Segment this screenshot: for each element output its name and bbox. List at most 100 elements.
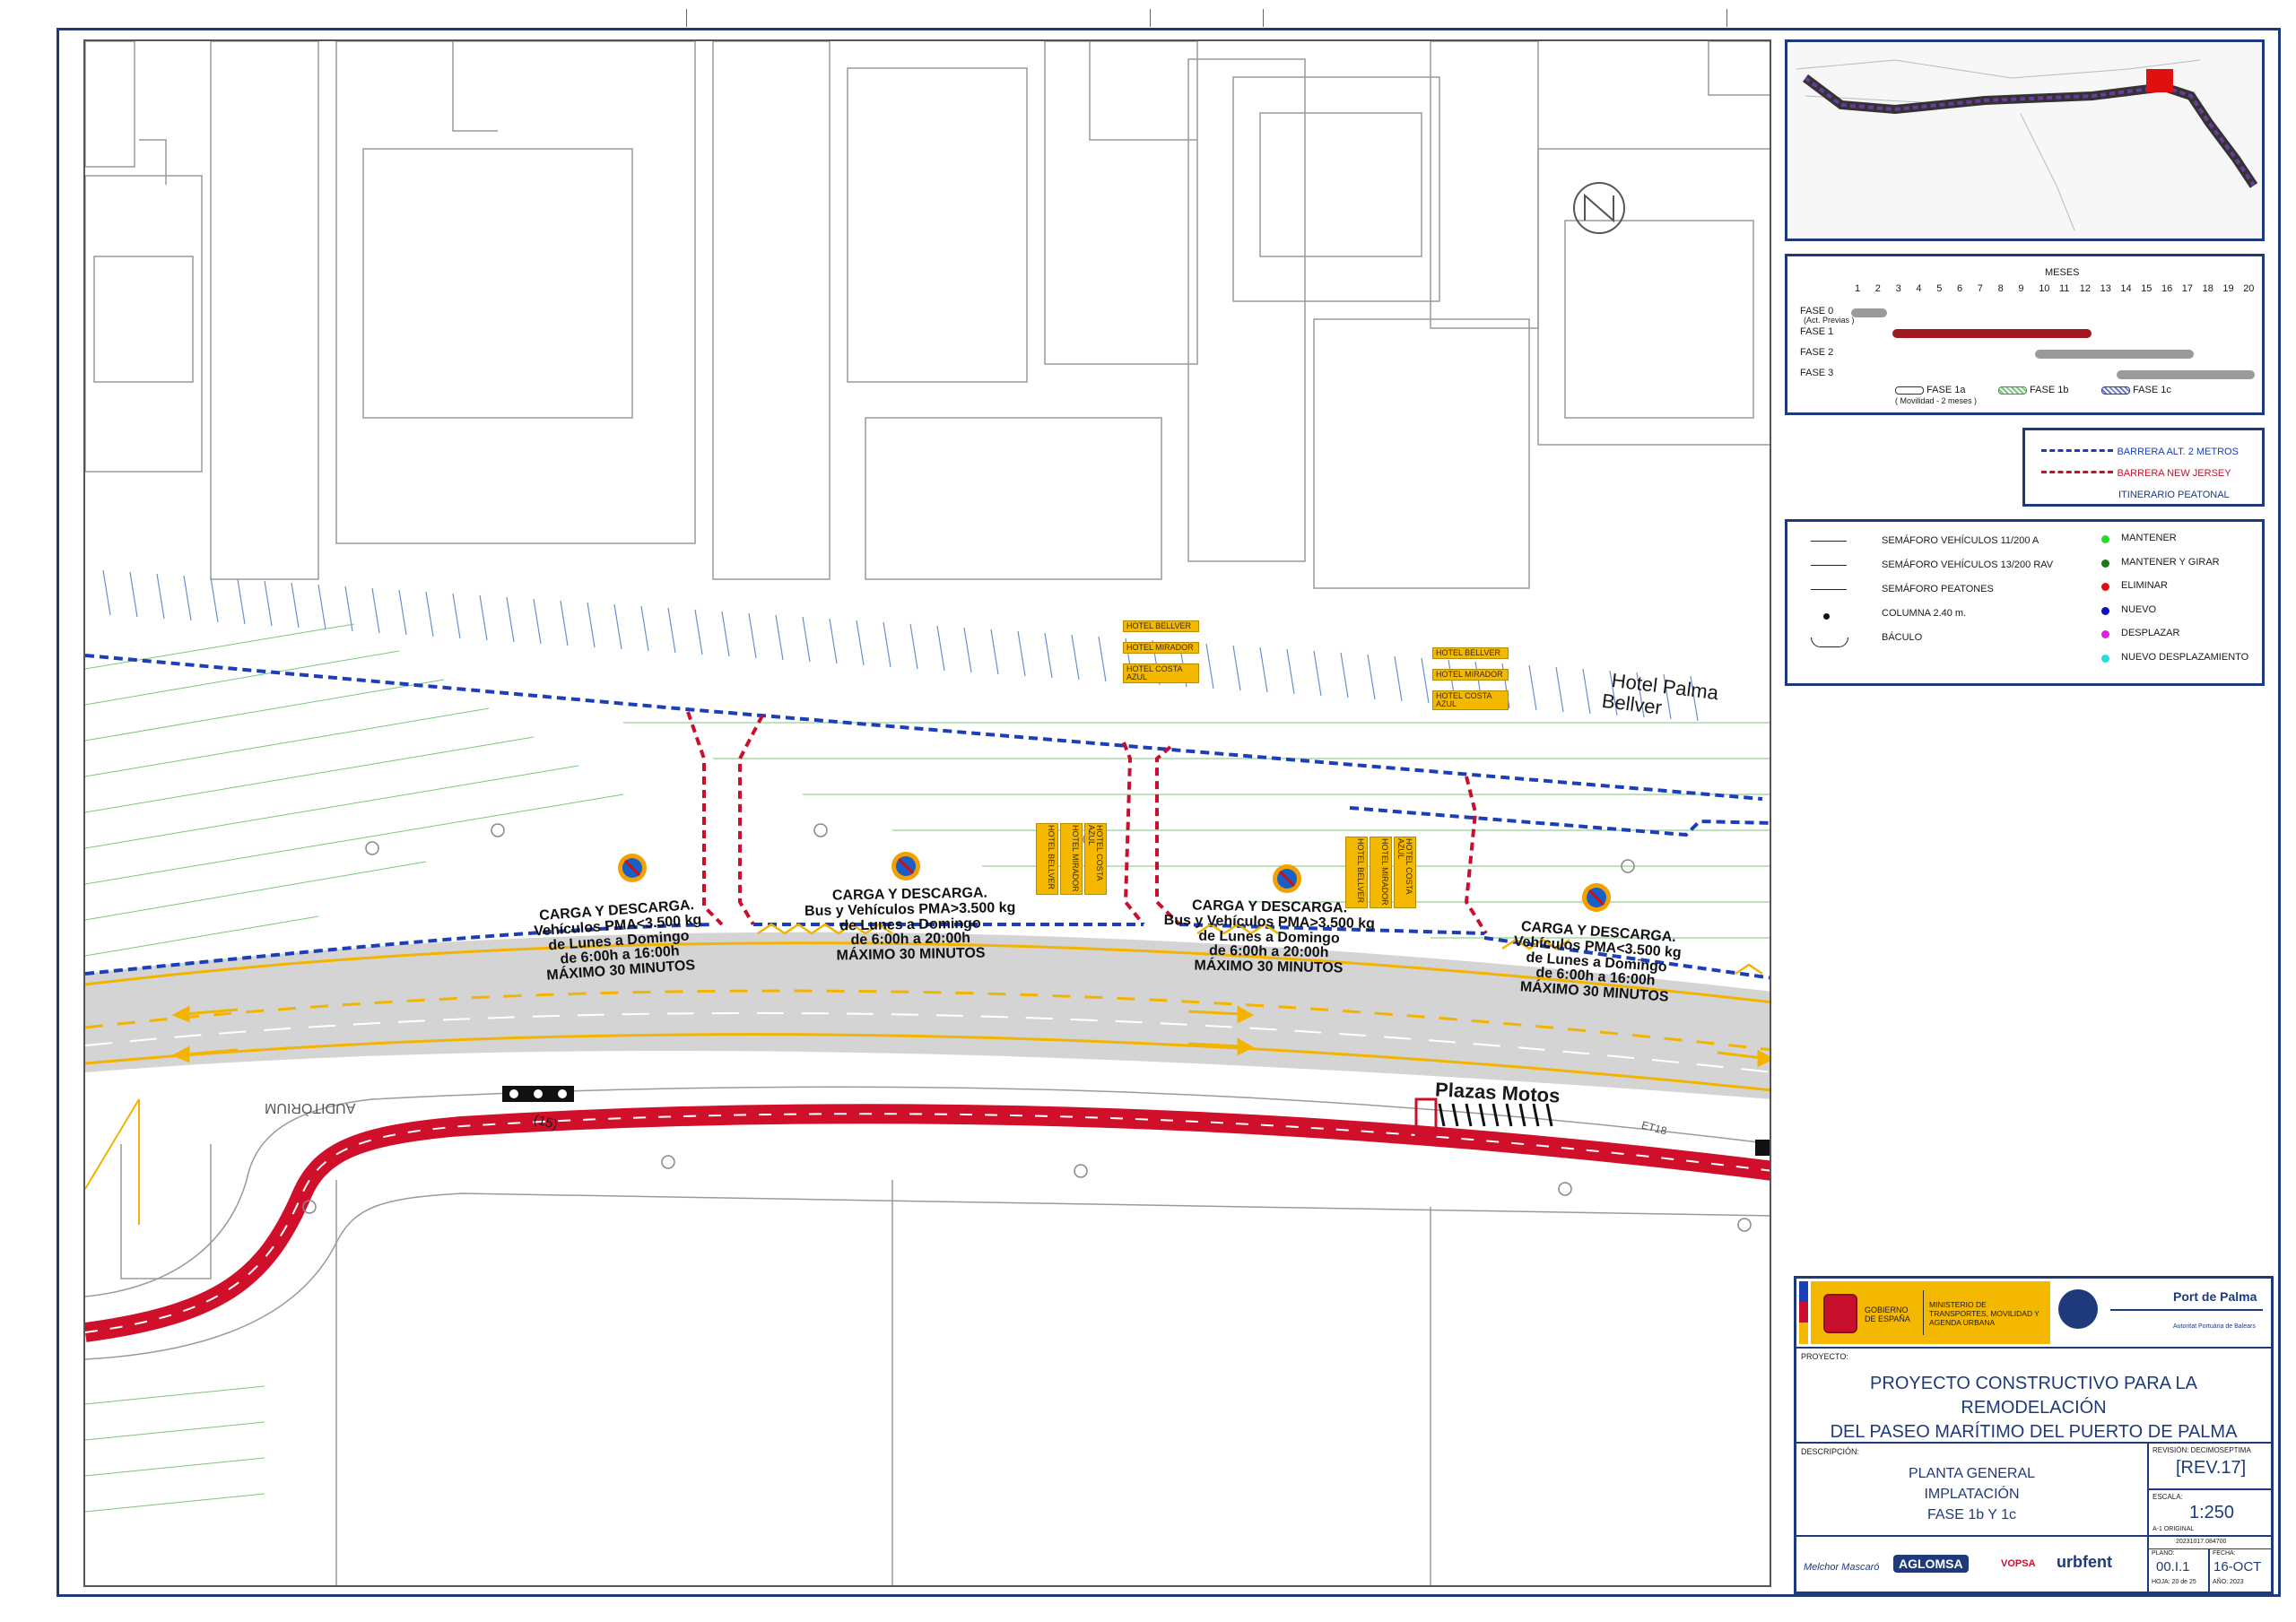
logo-vopsa: VOPSA [2001,1558,2036,1569]
fase-1b-swatch [1998,386,2027,395]
port-logo-icon [2058,1289,2098,1329]
month-number: 10 [2039,283,2050,294]
month-number: 20 [2243,283,2255,294]
symbol-label: COLUMNA 2.40 m. [1882,608,1967,619]
status-dot-icon [2101,606,2109,615]
month-number: 4 [1916,283,1922,294]
symbol-label: BÁCULO [1882,632,1923,643]
status-dot-icon [2101,559,2109,568]
fecha-value: 16-OCT [2213,1559,2262,1574]
hotel-arrow-sign: HOTEL MIRADOR [1370,837,1392,908]
map-drawing [85,41,1770,1585]
status-label: NUEVO [2121,603,2157,615]
plan-view-map[interactable]: HOTEL BELLVER HOTEL MIRADOR HOTEL COSTA … [83,39,1771,1587]
status-dot-icon [2101,583,2109,591]
month-number: 1 [1855,283,1861,294]
dot-icon [1823,613,1830,620]
phase-label: FASE 1 [1800,326,1834,337]
square-signal-icon [1811,589,1847,590]
anio-value: AÑO: 2023 [2213,1579,2244,1585]
code-cell: 20231017.084700 [2149,1537,2271,1549]
key-map-drawing [1787,42,2262,239]
status-label: MANTENER [2121,533,2177,543]
hotel-sign: HOTEL BELLVER [1432,647,1509,659]
escala-note: A-1 ORIGINAL [2152,1526,2195,1532]
month-number: 13 [2100,283,2111,294]
fase-1b-label: FASE 1b [2030,385,2069,395]
ruler-tick [686,9,687,27]
symbol-label: SEMÁFORO VEHÍCULOS 11/200 A [1882,535,2039,546]
phase-bar [1892,329,2092,338]
bike-lane [85,1104,1770,1342]
title-block: GOBIERNO DE ESPAÑA MINISTERIO DE TRANSPO… [1794,1276,2274,1594]
arc-pole-icon [1811,638,1848,647]
month-number: 11 [2059,283,2070,294]
proyecto-title: PROYECTO CONSTRUCTIVO PARA LA REMODELACI… [1796,1372,2271,1444]
revision-cell: REVISIÓN: DECIMOSEPTIMA [REV.17] [2149,1444,2271,1490]
barrier-label: BARRERA ALT. 2 METROS [2117,447,2239,457]
month-number: 9 [2018,283,2024,294]
hotel-arrow-sign: HOTEL BELLVER [1345,837,1368,908]
fase-1a-swatch [1895,386,1924,395]
hotel-arrow-sign: HOTEL MIRADOR [1060,823,1083,895]
month-number: 17 [2181,283,2194,294]
schedule-title: MESES [2045,267,2080,278]
red-barrier-swatch [2041,471,2113,474]
month-number: 5 [1936,283,1943,294]
phase-legend: FASE 1a [1895,385,1965,395]
phase-legend: FASE 1c [2101,385,2171,395]
month-number: 6 [1957,283,1963,294]
hotel-sign: HOTEL MIRADOR [1432,669,1509,681]
plano-cell: PLANO: 00.I.1 HOJA: 20 de 25 [2149,1549,2210,1592]
barrier-row: ITINERARIO PEATONAL [2118,486,2230,502]
north-arrow [1573,182,1625,234]
port-line [2110,1309,2263,1311]
gov-divider [1923,1290,1924,1335]
revision-value: [REV.17] [2176,1458,2247,1478]
month-number: 16 [2161,283,2173,294]
status-label: ELIMINAR [2121,580,2168,591]
spain-flag [1799,1281,1808,1344]
month-number: 7 [1977,283,1983,294]
hotel-arrow-sign: HOTEL BELLVER [1036,823,1058,895]
building-outlines [85,41,1770,589]
plano-value: 00.I.1 [2156,1559,2190,1574]
revision-label: REVISIÓN: DECIMOSEPTIMA [2152,1446,2251,1454]
carga-zone-label: CARGA Y DESCARGA. Bus y Vehículos PMA>3.… [775,885,1045,965]
descripcion-text: PLANTA GENERAL IMPLATACIÓN FASE 1b Y 1c [1796,1463,2147,1526]
symbol-label: SEMÁFORO VEHÍCULOS 13/200 RAV [1882,559,2054,570]
key-map-panel[interactable] [1785,39,2265,241]
month-number: 8 [1997,283,2004,294]
ruler-tick [1263,9,1264,27]
ruler-tick [1726,9,1727,27]
escala-value: 1:250 [2189,1503,2235,1522]
barrier-label: BARRERA NEW JERSEY [2117,468,2231,479]
phase-label: FASE 2 [1800,347,1834,358]
gov-label: GOBIERNO DE ESPAÑA [1865,1305,1910,1323]
contractor-logos: Melchor Mascaró AGLOMSA VOPSA urbfent [1796,1537,2149,1592]
status-dot-icon [2101,654,2109,663]
hotel-arrow-sign: HOTEL COSTA AZUL [1084,823,1107,895]
phase-legend: FASE 1b [1998,385,2068,395]
month-number: 3 [1895,283,1901,294]
phase-sublabel: (Act. Previas ) [1804,316,1855,325]
status-label: NUEVO DESPLAZAMIENTO [2121,651,2249,663]
logo-aglomsa: AGLOMSA [1893,1555,1969,1573]
hoja-value: HOJA: 20 de 25 [2152,1579,2196,1585]
fase-1c-label: FASE 1c [2133,385,2171,395]
fase-1a-label: FASE 1a [1926,385,1966,395]
ministry-label: MINISTERIO DE TRANSPORTES, MOVILIDAD Y A… [1929,1300,2039,1327]
barrier-row: BARRERA NEW JERSEY [2041,464,2231,481]
status-label: MANTENER Y GIRAR [2121,556,2220,568]
month-number: 18 [2202,283,2213,294]
no-parking-signs [618,852,1611,912]
fase-1c-swatch [2101,386,2130,395]
barrier-row: BARRERA ALT. 2 METROS [2041,443,2239,459]
proyecto-row: PROYECTO: PROYECTO CONSTRUCTIVO PARA LA … [1796,1349,2271,1444]
drawing-code: 20231017.084700 [2176,1539,2227,1545]
desc-line: IMPLATACIÓN [1924,1487,2020,1503]
logo-melchor: Melchor Mascaró [1804,1562,1880,1573]
proyecto-label: PROYECTO: [1801,1352,1848,1361]
hotel-sign: HOTEL BELLVER [1123,620,1199,632]
month-number: 2 [1874,283,1881,294]
